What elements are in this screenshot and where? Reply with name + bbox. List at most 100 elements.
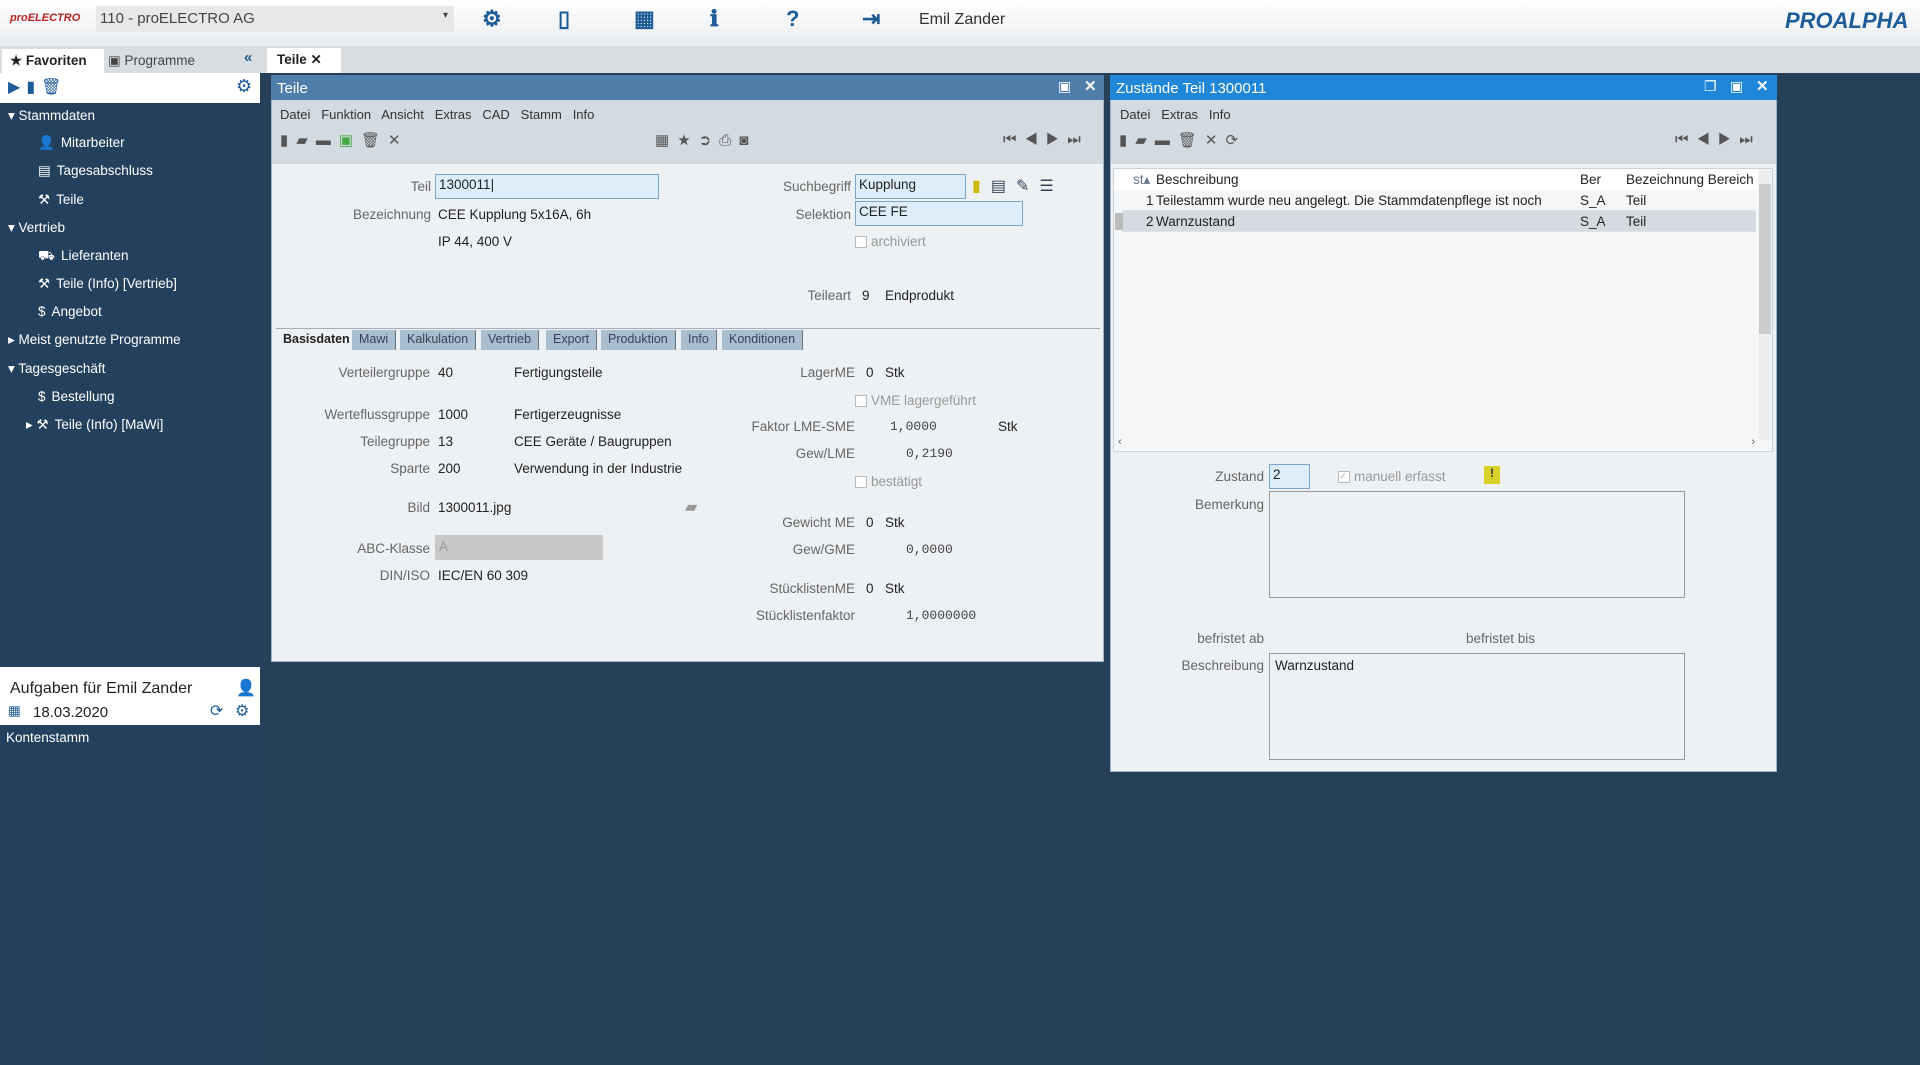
refresh-icon[interactable]: ⟳ <box>210 701 223 721</box>
close-icon[interactable]: ✕ <box>1756 77 1769 95</box>
last-icon[interactable]: ⏭ <box>1067 131 1089 148</box>
manuell-erfasst-checkbox[interactable]: ✓ manuell erfasst <box>1338 469 1446 484</box>
play-icon[interactable]: ▶ <box>8 79 26 96</box>
checkbox[interactable] <box>855 236 867 249</box>
edit-icon[interactable]: ✎ <box>1016 178 1039 195</box>
tab-info[interactable]: Info <box>681 330 717 350</box>
tree-tagesgeschaeft[interactable]: ▾ Tagesgeschäft <box>8 361 105 377</box>
gewlme-value[interactable]: 0,2190 <box>906 446 953 461</box>
gewicht-me-value[interactable]: 0 <box>866 515 874 530</box>
gear-icon[interactable]: ⚙ <box>235 701 249 721</box>
menu-ansicht[interactable]: Ansicht <box>381 107 424 122</box>
lagerme-value[interactable]: 0 <box>866 365 874 380</box>
gear-icon[interactable]: ⚙ <box>482 6 502 32</box>
tab-kalkulation[interactable]: Kalkulation <box>400 330 477 350</box>
new-icon[interactable]: ▮ <box>280 132 296 149</box>
tree-meist-genutzte[interactable]: ▸ Meist genutzte Programme <box>8 332 181 348</box>
new-icon[interactable]: ▮ <box>26 79 41 96</box>
delete-icon[interactable]: 🗑 <box>41 79 67 96</box>
copy-icon[interactable]: ▣ <box>339 132 361 149</box>
teil-input[interactable]: 1300011| <box>435 174 659 199</box>
scrollbar-thumb[interactable] <box>1759 184 1771 334</box>
restore-icon[interactable]: ❐ <box>1704 78 1717 95</box>
verteilergruppe-code[interactable]: 40 <box>438 365 453 380</box>
help-icon[interactable]: ? <box>786 6 799 32</box>
tab-mawi[interactable]: Mawi <box>352 330 397 350</box>
menu-stamm[interactable]: Stamm <box>521 107 562 122</box>
din-iso-value[interactable]: IEC/EN 60 309 <box>438 568 528 583</box>
tab-produktion[interactable]: Produktion <box>601 330 676 350</box>
scroll-right-icon[interactable]: › <box>1751 436 1755 448</box>
suchbegriff-input[interactable]: Kupplung <box>855 174 966 199</box>
faktor-value[interactable]: 1,0000 <box>890 419 937 434</box>
calendar-icon[interactable]: ▦ <box>8 703 21 719</box>
stuecklistenfaktor-value[interactable]: 1,0000000 <box>906 608 976 623</box>
vertical-scrollbar[interactable] <box>1759 170 1771 440</box>
menu-info[interactable]: Info <box>573 107 595 122</box>
selektion-input[interactable]: CEE FE <box>855 201 1023 226</box>
bezeichnung-2[interactable]: IP 44, 400 V <box>438 234 512 249</box>
tab-programme[interactable]: ▣ Programme <box>108 53 195 69</box>
col-st[interactable]: st▴ <box>1133 172 1150 188</box>
first-icon[interactable]: ⏮ <box>1675 131 1697 148</box>
gewgme-value[interactable]: 0,0000 <box>906 542 953 557</box>
delete-icon[interactable]: 🗑 <box>1178 132 1205 149</box>
save-icon[interactable]: ▬ <box>1155 132 1178 149</box>
menu-datei[interactable]: Datei <box>280 107 310 122</box>
scroll-left-icon[interactable]: ‹ <box>1118 436 1122 448</box>
new-icon[interactable]: ▮ <box>1119 132 1135 149</box>
task-item[interactable]: Kontenstamm <box>6 730 89 745</box>
table-row-selected[interactable]: 2 Warnzustand S_A Teil <box>1122 211 1756 232</box>
menu-cad[interactable]: CAD <box>482 107 509 122</box>
panel-icon[interactable]: ▯ <box>558 6 570 32</box>
bild-value[interactable]: 1300011.jpg <box>438 500 511 515</box>
teileart-code[interactable]: 9 <box>862 288 870 303</box>
col-beschreibung[interactable]: Beschreibung <box>1156 172 1239 187</box>
tree-vertrieb[interactable]: ▾ Vertrieb <box>8 220 65 236</box>
tree-teile-info-vertrieb[interactable]: ⚒ Teile (Info) [Vertrieb] <box>38 276 177 292</box>
checkbox[interactable] <box>855 395 867 408</box>
table-row[interactable]: 1 Teilestamm wurde neu angelegt. Die Sta… <box>1122 190 1756 211</box>
zustand-input[interactable]: 2 <box>1269 464 1310 489</box>
cancel-icon[interactable]: ✕ <box>1205 132 1226 149</box>
tree-stammdaten[interactable]: ▾ Stammdaten <box>8 108 95 124</box>
company-select[interactable]: 110 - proELECTRO AG ▾ <box>96 6 454 32</box>
refresh-icon[interactable]: ⟳ <box>1225 132 1246 149</box>
sparte-code[interactable]: 200 <box>438 461 461 476</box>
first-icon[interactable]: ⏮ <box>1003 131 1025 148</box>
bemerkung-textarea[interactable] <box>1269 491 1685 598</box>
last-icon[interactable]: ⏭ <box>1739 131 1761 148</box>
delete-icon[interactable]: 🗑 <box>361 132 388 149</box>
tab-export[interactable]: Export <box>546 330 598 350</box>
menu-extras[interactable]: Extras <box>435 107 472 122</box>
tree-angebot[interactable]: $ Angebot <box>38 304 102 319</box>
tab-favoriten[interactable]: ★ Favoriten <box>2 49 104 73</box>
col-ber[interactable]: Ber <box>1580 172 1601 187</box>
layout-icon[interactable]: ▦ <box>634 6 655 32</box>
tree-lieferanten[interactable]: ⛟ Lieferanten <box>38 248 129 266</box>
collapse-sidebar-icon[interactable]: « <box>244 49 252 66</box>
forward-icon[interactable]: ➲ <box>699 132 720 149</box>
tab-konditionen[interactable]: Konditionen <box>722 330 804 350</box>
horizontal-scrollbar[interactable]: ‹ › <box>1114 436 1759 450</box>
tab-basisdaten[interactable]: Basisdaten <box>276 330 358 350</box>
beschreibung-textarea[interactable]: Warnzustand <box>1269 653 1685 760</box>
checkbox[interactable] <box>855 476 867 489</box>
next-icon[interactable]: ▶ <box>1046 131 1067 148</box>
abc-klasse-input[interactable]: A <box>435 535 603 560</box>
calendar-icon[interactable]: ▦ <box>655 132 677 149</box>
close-icon[interactable]: ✕ <box>311 52 322 67</box>
vme-checkbox[interactable]: VME lagergeführt <box>855 393 976 408</box>
tree-bestellung[interactable]: $ Bestellung <box>38 389 115 404</box>
favorite-icon[interactable]: ★ <box>677 132 698 149</box>
menu-extras[interactable]: Extras <box>1161 107 1198 122</box>
print-icon[interactable]: ⎙ <box>719 132 739 149</box>
save-icon[interactable]: ▬ <box>316 132 339 149</box>
open-icon[interactable]: ▰ <box>296 132 316 149</box>
doc-tab-teile[interactable]: Teile ✕ <box>267 48 341 73</box>
archiviert-checkbox[interactable]: archiviert <box>855 234 926 249</box>
logout-icon[interactable]: ⇥ <box>862 6 880 32</box>
open-icon[interactable]: ▰ <box>1135 132 1155 149</box>
checkbox-checked[interactable]: ✓ <box>1338 471 1350 484</box>
tree-mitarbeiter[interactable]: 👤 Mitarbeiter <box>38 135 125 151</box>
